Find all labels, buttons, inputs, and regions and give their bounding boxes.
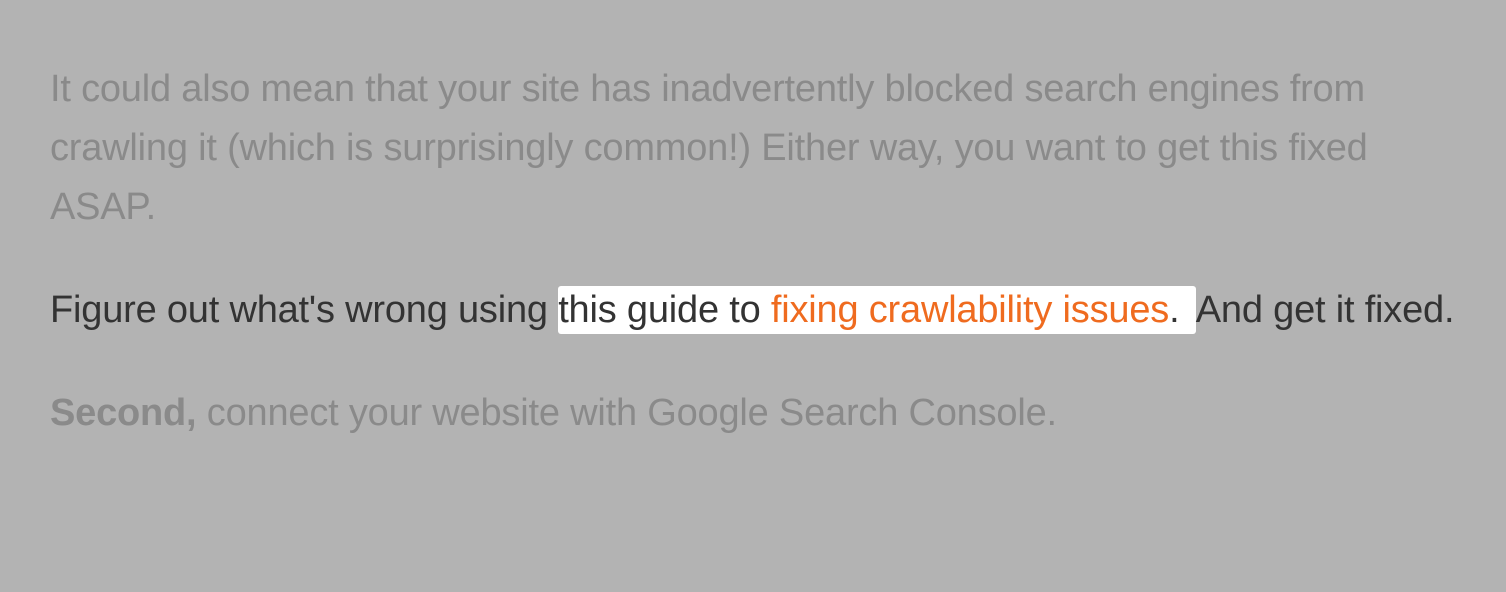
highlight-before-link: this guide to — [558, 289, 771, 331]
paragraph-3-bold: Second, — [50, 392, 196, 434]
paragraph-3: Second, connect your website with Google… — [50, 384, 1456, 443]
paragraph-1-text: It could also mean that your site has in… — [50, 68, 1368, 228]
paragraph-1: It could also mean that your site has in… — [50, 60, 1456, 237]
paragraph-2-suffix: And get it fixed. — [1196, 289, 1455, 331]
paragraph-2: Figure out what's wrong using this guide… — [50, 281, 1456, 340]
document-body: It could also mean that your site has in… — [0, 0, 1506, 442]
highlight-span: this guide to fixing crawlability issues… — [558, 286, 1196, 334]
paragraph-2-prefix: Figure out what's wrong using — [50, 289, 558, 331]
paragraph-3-rest: connect your website with Google Search … — [196, 392, 1056, 434]
highlight-after-link: . — [1169, 289, 1190, 331]
fixing-crawlability-link[interactable]: fixing crawlability issues — [771, 289, 1169, 331]
